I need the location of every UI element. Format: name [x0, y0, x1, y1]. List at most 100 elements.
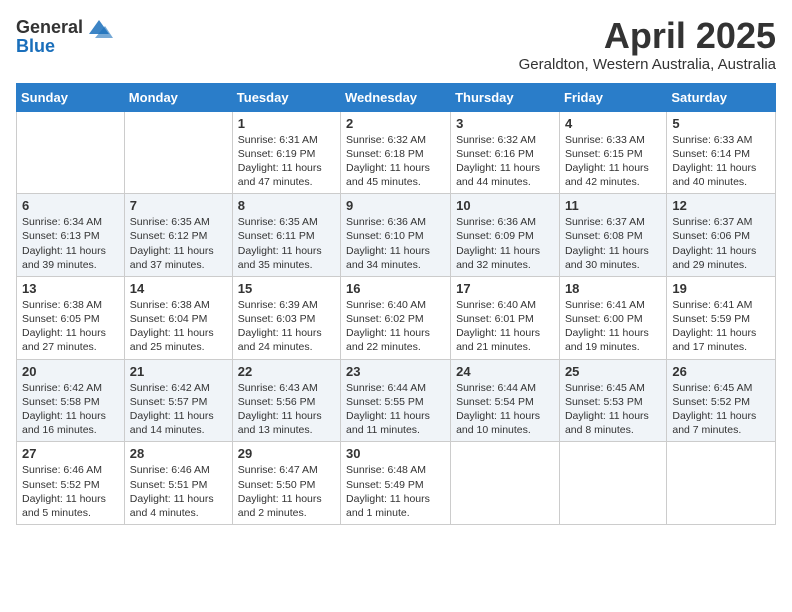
day-number: 17 — [456, 281, 554, 296]
calendar-cell: 21Sunrise: 6:42 AM Sunset: 5:57 PM Dayli… — [124, 359, 232, 442]
day-number: 5 — [672, 116, 770, 131]
day-number: 25 — [565, 364, 661, 379]
day-number: 12 — [672, 198, 770, 213]
day-detail: Sunrise: 6:38 AM Sunset: 6:05 PM Dayligh… — [22, 298, 119, 355]
day-header-wednesday: Wednesday — [341, 83, 451, 111]
day-detail: Sunrise: 6:43 AM Sunset: 5:56 PM Dayligh… — [238, 381, 335, 438]
calendar-cell: 20 Sunrise: 6:42 AM Sunset: 5:58 PM Dayli… — [17, 359, 125, 442]
calendar-cell: 2 Sunrise: 6:32 AM Sunset: 6:18 PM Daylig… — [341, 111, 451, 194]
day-number: 6 — [22, 198, 119, 213]
week-row-3: 13Sunrise: 6:38 AM Sunset: 6:05 PM Dayli… — [17, 276, 776, 359]
calendar-cell: 30Sunrise: 6:48 AM Sunset: 5:49 PM Dayli… — [341, 442, 451, 525]
day-header-monday: Monday — [124, 83, 232, 111]
calendar-cell: 11 Sunrise: 6:37 AM Sunset: 6:08 PM Dayli… — [559, 194, 666, 277]
day-number: 29 — [238, 446, 335, 461]
day-detail: Sunrise: 6:34 AM Sunset: 6:13 PM Dayligh… — [22, 215, 119, 272]
page-header: General Blue April 2025 Geraldton, Weste… — [16, 16, 776, 73]
calendar-cell: 12 Sunrise: 6:37 AM Sunset: 6:06 PM Dayli… — [667, 194, 776, 277]
header-row: SundayMondayTuesdayWednesdayThursdayFrid… — [17, 83, 776, 111]
calendar-cell: 14 Sunrise: 6:38 AM Sunset: 6:04 PM Dayli… — [124, 276, 232, 359]
logo-icon — [85, 16, 113, 40]
day-detail: Sunrise: 6:46 AM Sunset: 5:51 PM Dayligh… — [130, 463, 227, 520]
calendar-cell: 27 Sunrise: 6:46 AM Sunset: 5:52 PM Dayli… — [17, 442, 125, 525]
day-header-sunday: Sunday — [17, 83, 125, 111]
calendar-cell: 18Sunrise: 6:41 AM Sunset: 6:00 PM Dayli… — [559, 276, 666, 359]
day-detail: Sunrise: 6:41 AM Sunset: 5:59 PM Dayligh… — [672, 298, 770, 355]
day-detail: Sunrise: 6:35 AM Sunset: 6:11 PM Dayligh… — [238, 215, 335, 272]
day-number: 15 — [238, 281, 335, 296]
day-number: 11 — [565, 198, 661, 213]
day-detail: Sunrise: 6:37 AM Sunset: 6:08 PM Dayligh… — [565, 215, 661, 272]
day-detail: Sunrise: 6:44 AM Sunset: 5:55 PM Dayligh… — [346, 381, 445, 438]
day-number: 18 — [565, 281, 661, 296]
day-detail: Sunrise: 6:33 AM Sunset: 6:15 PM Dayligh… — [565, 133, 661, 190]
week-row-1: 1 Sunrise: 6:31 AM Sunset: 6:19 PM Daylig… — [17, 111, 776, 194]
day-number: 23 — [346, 364, 445, 379]
day-detail: Sunrise: 6:31 AM Sunset: 6:19 PM Dayligh… — [238, 133, 335, 190]
day-number: 28 — [130, 446, 227, 461]
logo-blue: Blue — [16, 36, 55, 57]
day-detail: Sunrise: 6:48 AM Sunset: 5:49 PM Dayligh… — [346, 463, 445, 520]
calendar-cell: 28 Sunrise: 6:46 AM Sunset: 5:51 PM Dayli… — [124, 442, 232, 525]
day-detail: Sunrise: 6:39 AM Sunset: 6:03 PM Dayligh… — [238, 298, 335, 355]
day-number: 10 — [456, 198, 554, 213]
day-detail: Sunrise: 6:35 AM Sunset: 6:12 PM Dayligh… — [130, 215, 227, 272]
day-number: 16 — [346, 281, 445, 296]
day-number: 2 — [346, 116, 445, 131]
day-number: 26 — [672, 364, 770, 379]
logo-general: General — [16, 18, 83, 38]
day-header-saturday: Saturday — [667, 83, 776, 111]
calendar-cell — [124, 111, 232, 194]
day-number: 20 — [22, 364, 119, 379]
calendar-cell: 9 Sunrise: 6:36 AM Sunset: 6:10 PM Daylig… — [341, 194, 451, 277]
calendar-cell: 23 Sunrise: 6:44 AM Sunset: 5:55 PM Dayli… — [341, 359, 451, 442]
month-title: April 2025 — [519, 16, 776, 56]
day-number: 1 — [238, 116, 335, 131]
week-row-4: 20 Sunrise: 6:42 AM Sunset: 5:58 PM Dayli… — [17, 359, 776, 442]
calendar-cell — [559, 442, 666, 525]
calendar-cell: 5Sunrise: 6:33 AM Sunset: 6:14 PM Daylig… — [667, 111, 776, 194]
day-detail: Sunrise: 6:36 AM Sunset: 6:10 PM Dayligh… — [346, 215, 445, 272]
title-block: April 2025 Geraldton, Western Australia,… — [519, 16, 776, 73]
day-header-friday: Friday — [559, 83, 666, 111]
day-header-tuesday: Tuesday — [232, 83, 340, 111]
day-detail: Sunrise: 6:47 AM Sunset: 5:50 PM Dayligh… — [238, 463, 335, 520]
day-detail: Sunrise: 6:45 AM Sunset: 5:52 PM Dayligh… — [672, 381, 770, 438]
calendar-cell: 29 Sunrise: 6:47 AM Sunset: 5:50 PM Dayli… — [232, 442, 340, 525]
calendar-cell: 26 Sunrise: 6:45 AM Sunset: 5:52 PM Dayli… — [667, 359, 776, 442]
calendar-cell: 24 Sunrise: 6:44 AM Sunset: 5:54 PM Dayli… — [451, 359, 560, 442]
day-detail: Sunrise: 6:46 AM Sunset: 5:52 PM Dayligh… — [22, 463, 119, 520]
day-detail: Sunrise: 6:32 AM Sunset: 6:18 PM Dayligh… — [346, 133, 445, 190]
day-number: 24 — [456, 364, 554, 379]
calendar-cell: 7Sunrise: 6:35 AM Sunset: 6:12 PM Daylig… — [124, 194, 232, 277]
calendar-cell: 13Sunrise: 6:38 AM Sunset: 6:05 PM Dayli… — [17, 276, 125, 359]
calendar-cell: 19 Sunrise: 6:41 AM Sunset: 5:59 PM Dayli… — [667, 276, 776, 359]
calendar-cell: 17Sunrise: 6:40 AM Sunset: 6:01 PM Dayli… — [451, 276, 560, 359]
week-row-5: 27 Sunrise: 6:46 AM Sunset: 5:52 PM Dayli… — [17, 442, 776, 525]
day-detail: Sunrise: 6:37 AM Sunset: 6:06 PM Dayligh… — [672, 215, 770, 272]
day-detail: Sunrise: 6:32 AM Sunset: 6:16 PM Dayligh… — [456, 133, 554, 190]
calendar-cell: 4 Sunrise: 6:33 AM Sunset: 6:15 PM Daylig… — [559, 111, 666, 194]
day-number: 27 — [22, 446, 119, 461]
calendar-cell — [667, 442, 776, 525]
day-detail: Sunrise: 6:45 AM Sunset: 5:53 PM Dayligh… — [565, 381, 661, 438]
day-header-thursday: Thursday — [451, 83, 560, 111]
calendar-cell: 1 Sunrise: 6:31 AM Sunset: 6:19 PM Daylig… — [232, 111, 340, 194]
day-number: 22 — [238, 364, 335, 379]
day-number: 19 — [672, 281, 770, 296]
day-number: 9 — [346, 198, 445, 213]
calendar-cell: 22 Sunrise: 6:43 AM Sunset: 5:56 PM Dayli… — [232, 359, 340, 442]
day-number: 14 — [130, 281, 227, 296]
calendar-cell: 16 Sunrise: 6:40 AM Sunset: 6:02 PM Dayli… — [341, 276, 451, 359]
day-detail: Sunrise: 6:40 AM Sunset: 6:02 PM Dayligh… — [346, 298, 445, 355]
logo: General Blue — [16, 16, 113, 57]
day-number: 8 — [238, 198, 335, 213]
calendar-cell: 10Sunrise: 6:36 AM Sunset: 6:09 PM Dayli… — [451, 194, 560, 277]
day-number: 4 — [565, 116, 661, 131]
calendar-cell: 6 Sunrise: 6:34 AM Sunset: 6:13 PM Daylig… — [17, 194, 125, 277]
day-detail: Sunrise: 6:44 AM Sunset: 5:54 PM Dayligh… — [456, 381, 554, 438]
calendar-cell — [17, 111, 125, 194]
day-detail: Sunrise: 6:38 AM Sunset: 6:04 PM Dayligh… — [130, 298, 227, 355]
calendar-cell — [451, 442, 560, 525]
day-detail: Sunrise: 6:42 AM Sunset: 5:58 PM Dayligh… — [22, 381, 119, 438]
